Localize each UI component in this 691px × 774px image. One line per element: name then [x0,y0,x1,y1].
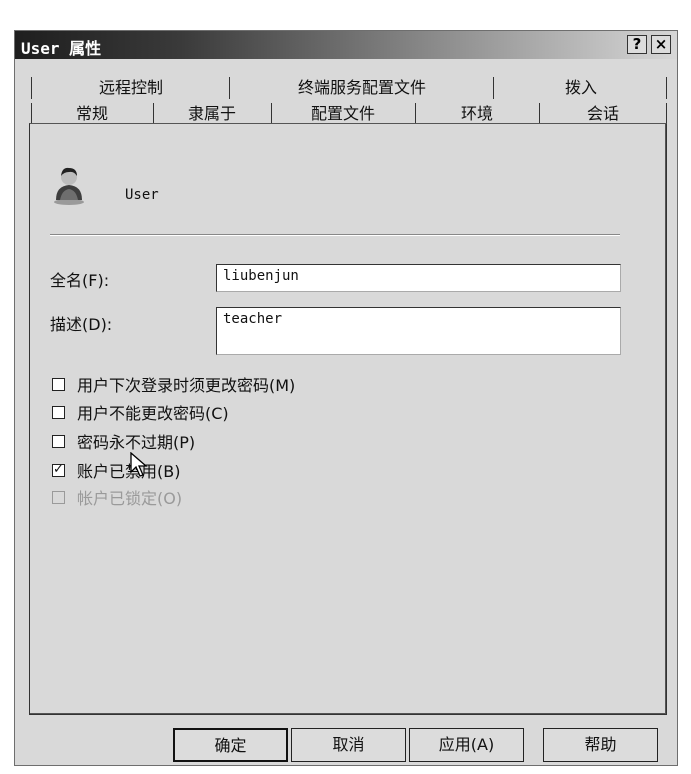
checkbox-cannot-change-password[interactable]: 用户不能更改密码(C) [52,400,229,424]
title-bar: User 属性 ? × [15,31,677,59]
description-label: 描述(D): [50,315,113,334]
checkbox-box[interactable] [52,377,65,391]
tab-remote-control[interactable]: 远程控制 [33,75,229,101]
user-name-display: User [125,187,159,203]
fullname-input[interactable]: liubenjun [216,264,621,292]
divider [50,234,620,236]
user-icon [54,167,84,205]
checkbox-account-locked: 帐户已锁定(O) [52,485,182,509]
checkbox-account-disabled[interactable]: 账户已禁用(B) [52,458,180,482]
apply-button[interactable]: 应用(A) [409,728,524,762]
checkbox-label: 用户不能更改密码(C) [77,404,229,423]
help-title-button[interactable]: ? [627,35,647,54]
tab-row-top: 远程控制 终端服务配置文件 拨入 [31,75,667,101]
checkbox-label: 用户下次登录时须更改密码(M) [77,376,296,395]
checkbox-label: 账户已禁用(B) [77,462,181,481]
checkbox-label: 帐户已锁定(O) [77,489,183,508]
checkbox-must-change-password[interactable]: 用户下次登录时须更改密码(M) [52,372,295,396]
checkbox-box [52,490,65,504]
checkbox-box-checked[interactable] [52,463,65,477]
checkbox-box[interactable] [52,434,65,448]
checkbox-password-never-expires[interactable]: 密码永不过期(P) [52,429,195,453]
window-title: User 属性 [21,39,102,58]
mouse-cursor-icon [130,452,148,477]
checkbox-label: 密码永不过期(P) [77,433,196,452]
fullname-label: 全名(F): [50,271,110,290]
user-properties-dialog: User 属性 ? × 远程控制 终端服务配置文件 拨入 常规 隶属于 配置文件… [14,30,678,766]
tab-terminal-services-profile[interactable]: 终端服务配置文件 [231,75,493,101]
cancel-button[interactable]: 取消 [291,728,406,762]
tab-dial-in[interactable]: 拨入 [495,75,667,101]
help-button[interactable]: 帮助 [543,728,658,762]
checkbox-box[interactable] [52,405,65,419]
description-input[interactable]: teacher [216,307,621,355]
ok-button[interactable]: 确定 [173,728,288,762]
general-tab-panel: User 全名(F): liubenjun 描述(D): teacher 用户下… [29,123,667,715]
close-button[interactable]: × [651,35,671,54]
